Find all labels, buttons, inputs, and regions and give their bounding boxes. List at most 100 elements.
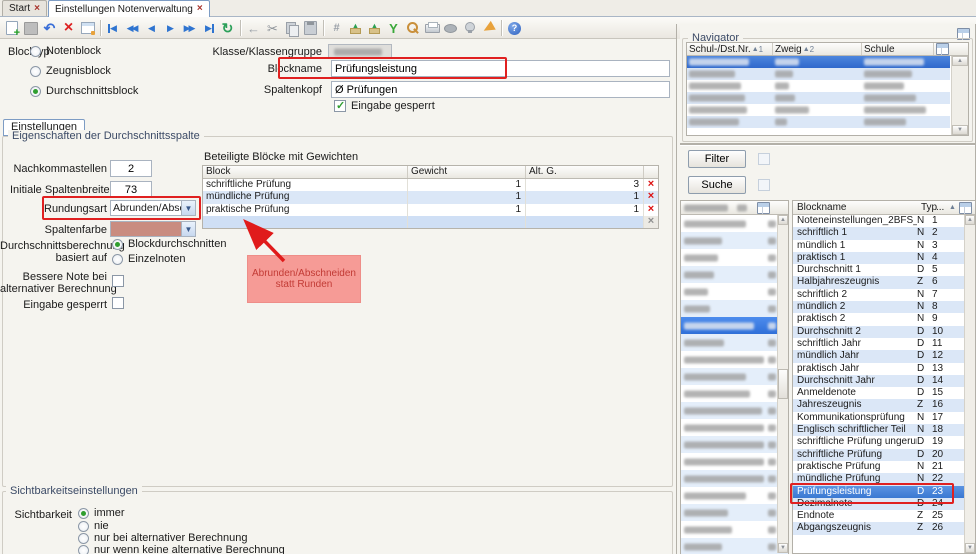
nav-prev-icon[interactable] — [142, 19, 161, 37]
block-list-item[interactable]: DezimalnoteD24 — [793, 498, 975, 510]
column-chooser-icon[interactable] — [936, 43, 949, 55]
block-list-item[interactable]: mündlich JahrD12 — [793, 350, 975, 362]
filter-checkbox[interactable] — [758, 153, 770, 165]
scroll-down-icon[interactable]: ▼ — [965, 543, 975, 553]
scroll-down-icon[interactable]: ▼ — [778, 543, 788, 553]
block-list-item[interactable]: Durchschnitt 2D10 — [793, 326, 975, 338]
class-list-item[interactable] — [681, 470, 788, 487]
class-list-item[interactable] — [681, 317, 788, 334]
weights-row[interactable]: schriftliche Prüfung13× — [203, 179, 658, 191]
delete-icon[interactable] — [59, 19, 78, 37]
radio-notenblock[interactable]: Notenblock — [30, 45, 101, 57]
spaltenbreite-input[interactable] — [110, 181, 152, 198]
new-record-icon[interactable] — [2, 19, 21, 37]
radio-icon[interactable] — [78, 508, 89, 519]
block-list-header[interactable]: Blockname Typ ... ▲ — [793, 201, 975, 215]
radio-immer[interactable]: immer — [78, 507, 125, 519]
paste-icon[interactable] — [301, 19, 320, 37]
radio-icon[interactable] — [78, 545, 89, 554]
class-list-item[interactable] — [681, 215, 788, 232]
export-icon[interactable] — [365, 19, 384, 37]
cut-icon[interactable] — [263, 19, 282, 37]
filter-button[interactable]: Filter — [688, 150, 746, 168]
block-list-item[interactable]: schriftliche PrüfungD20 — [793, 449, 975, 461]
scroll-up-icon[interactable]: ▲ — [778, 215, 788, 225]
delete-row-icon[interactable]: × — [644, 179, 658, 191]
class-list-item[interactable] — [681, 232, 788, 249]
scroll-up-icon[interactable]: ▲ — [965, 215, 975, 225]
radio-nur-bei-alternativer-berechnung[interactable]: nur bei alternativer Berechnung — [78, 532, 247, 544]
scroll-down-icon[interactable]: ▼ — [952, 125, 968, 135]
block-list-item[interactable]: HalbjahreszeugnisZ6 — [793, 276, 975, 288]
announce-icon[interactable] — [479, 19, 498, 37]
spaltenkopf-input[interactable] — [331, 81, 670, 98]
radio-nie[interactable]: nie — [78, 520, 109, 532]
scroll-up-icon[interactable]: ▲ — [952, 56, 968, 66]
block-list-item[interactable]: Noteneinstellungen_2BFS_Pruef...N1 — [793, 215, 975, 227]
eingabe-gesperrt-checkbox-row[interactable]: Eingabe gesperrt — [334, 100, 435, 112]
block-list-item[interactable]: praktische PrüfungN21 — [793, 461, 975, 473]
class-list-item[interactable] — [681, 402, 788, 419]
nav-last-icon[interactable] — [199, 19, 218, 37]
navigator-header[interactable]: Schul-/Dst.Nr. ▲1 Zweig ▲2 Schule — [687, 43, 968, 56]
block-list-item[interactable]: KommunikationsprüfungN17 — [793, 412, 975, 424]
block-list-item[interactable]: schriftlich JahrD11 — [793, 338, 975, 350]
close-icon[interactable]: × — [197, 4, 203, 14]
print-icon[interactable] — [422, 19, 441, 37]
block-list-item[interactable]: PrüfungsleistungD23 — [793, 486, 975, 498]
block-list-item[interactable]: JahreszeugnisZ16 — [793, 399, 975, 411]
block-list-item[interactable]: schriftlich 2N7 — [793, 289, 975, 301]
navigator-row[interactable] — [687, 56, 950, 68]
delete-row-icon[interactable]: × — [644, 191, 658, 203]
block-list-item[interactable]: praktisch 2N9 — [793, 313, 975, 325]
checkbox-icon[interactable] — [334, 100, 346, 112]
radio-zeugnisblock[interactable]: Zeugnisblock — [30, 65, 111, 77]
nav-next-fast-icon[interactable] — [180, 19, 199, 37]
delete-row-icon[interactable]: × — [644, 204, 658, 216]
block-list-item[interactable]: AnmeldenoteD15 — [793, 387, 975, 399]
block-list-item[interactable]: AbgangszeugnisZ26 — [793, 522, 975, 534]
block-list-item[interactable]: schriftlich 1N2 — [793, 227, 975, 239]
radio-icon[interactable] — [30, 66, 41, 77]
radio-icon[interactable] — [78, 521, 89, 532]
class-list-item[interactable] — [681, 419, 788, 436]
navigator-row[interactable] — [687, 92, 950, 104]
block-list-item[interactable]: mündlich 1N3 — [793, 240, 975, 252]
suche-checkbox[interactable] — [758, 179, 770, 191]
radio-blockdurchschnitten[interactable]: Blockdurchschnitten — [112, 238, 226, 250]
bulb-icon[interactable] — [460, 19, 479, 37]
edit-table-icon[interactable] — [78, 19, 97, 37]
column-chooser-icon[interactable] — [959, 202, 972, 214]
navigator-scrollbar[interactable]: ▲ ▼ — [951, 56, 968, 135]
block-list-scrollbar[interactable]: ▲ ▼ — [964, 215, 975, 553]
close-icon[interactable]: × — [34, 4, 40, 14]
class-list-header[interactable] — [681, 201, 788, 215]
undo-icon[interactable] — [40, 19, 59, 37]
class-list-item[interactable] — [681, 487, 788, 504]
radio-nur-wenn-keine-alternative-berechnung[interactable]: nur wenn keine alternative Berechnung — [78, 544, 285, 554]
block-list-item[interactable]: Durchschnitt JahrD14 — [793, 375, 975, 387]
block-list-item[interactable]: Durchschnitt 1D5 — [793, 264, 975, 276]
navigator-row[interactable] — [687, 68, 950, 80]
radio-icon[interactable] — [78, 533, 89, 544]
eingabe-gesperrt2-checkbox[interactable] — [112, 297, 124, 309]
scroll-thumb[interactable] — [778, 369, 788, 399]
block-list-item[interactable]: praktisch JahrD13 — [793, 363, 975, 375]
class-list-item[interactable] — [681, 283, 788, 300]
weights-row[interactable]: mündliche Prüfung11× — [203, 191, 658, 203]
rundungsart-dropdown[interactable]: Abrunden/Abschneiden ▼ — [110, 200, 196, 216]
weights-row[interactable]: praktische Prüfung11× — [203, 204, 658, 216]
class-list-item[interactable] — [681, 385, 788, 402]
class-list-item[interactable] — [681, 249, 788, 266]
radio-einzelnoten[interactable]: Einzelnoten — [112, 253, 186, 265]
navigator-row[interactable] — [687, 116, 950, 128]
navigator-row[interactable] — [687, 104, 950, 116]
block-list-item[interactable]: Englisch schriftlicher TeilN18 — [793, 424, 975, 436]
search-icon[interactable] — [403, 19, 422, 37]
block-list-item[interactable]: EndnoteZ25 — [793, 510, 975, 522]
class-list-item[interactable] — [681, 436, 788, 453]
panel-splitter[interactable] — [676, 24, 677, 554]
record-icon[interactable] — [441, 19, 460, 37]
radio-icon[interactable] — [30, 46, 41, 57]
block-list-item[interactable]: praktisch 1N4 — [793, 252, 975, 264]
